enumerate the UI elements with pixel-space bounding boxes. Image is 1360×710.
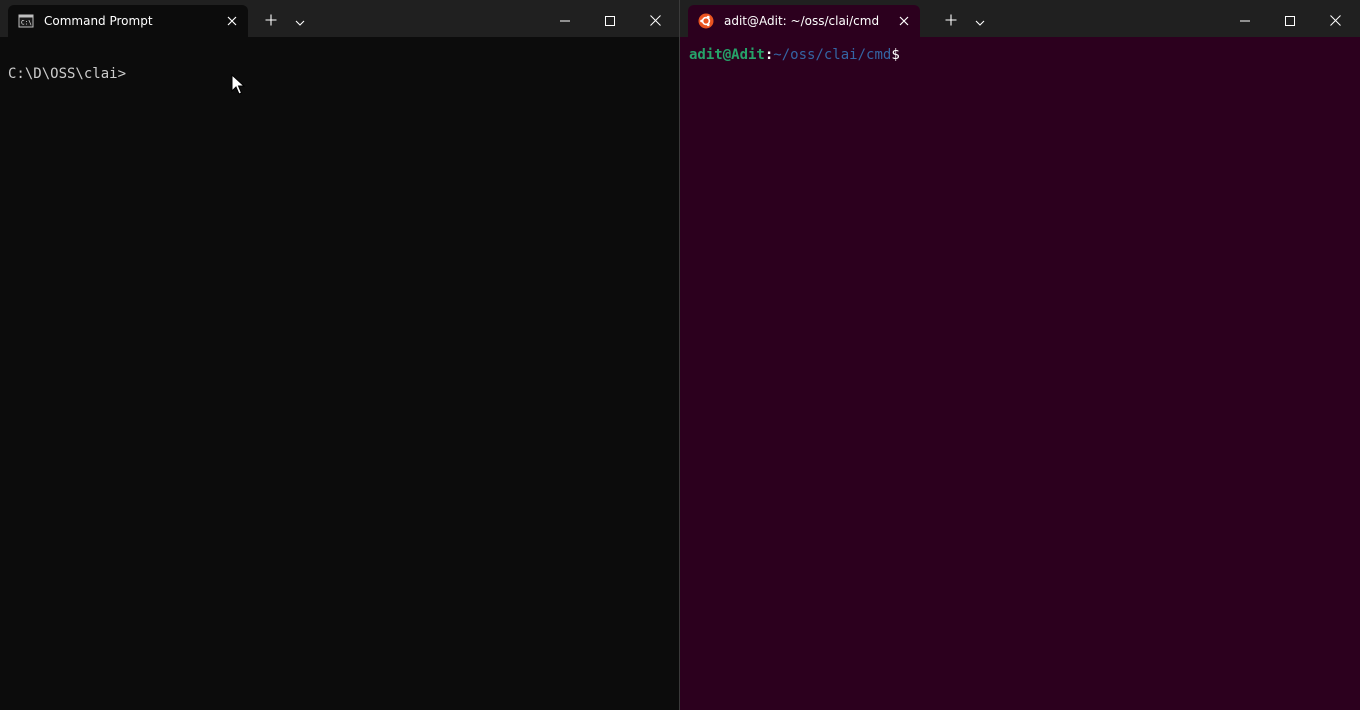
close-icon[interactable] <box>890 7 918 35</box>
prompt-text: C:\D\OSS\clai> <box>8 66 127 82</box>
tab-ubuntu[interactable]: adit@Adit: ~/oss/clai/cmd <box>688 5 920 37</box>
close-icon <box>649 11 661 30</box>
minimize-button[interactable] <box>548 5 582 35</box>
chevron-down-icon <box>975 11 985 30</box>
maximize-button[interactable] <box>593 5 627 35</box>
title-bar[interactable]: adit@Adit: ~/oss/clai/cmd <box>680 0 1360 37</box>
tab-command-prompt[interactable]: C:\ Command Prompt <box>8 5 248 37</box>
desktop: C:\ Command Prompt C:\D\OSS\clai> adit@A… <box>0 0 1360 710</box>
terminal-area[interactable]: adit@Adit:~/oss/clai/cmd$ <box>680 37 1360 710</box>
svg-text:C:\: C:\ <box>21 20 32 27</box>
ubuntu-icon <box>698 13 714 29</box>
mouse-pointer-icon <box>231 73 246 96</box>
prompt-user: adit@Adit <box>689 47 765 63</box>
command-prompt-window: C:\ Command Prompt C:\D\OSS\clai> <box>0 0 680 710</box>
minimize-icon <box>560 11 570 30</box>
tab-title: adit@Adit: ~/oss/clai/cmd <box>724 14 880 28</box>
tab-dropdown-button[interactable] <box>968 5 992 35</box>
close-window-button[interactable] <box>1318 5 1352 35</box>
minimize-icon <box>1240 11 1250 30</box>
title-bar[interactable]: C:\ Command Prompt <box>0 0 679 37</box>
close-window-button[interactable] <box>638 5 672 35</box>
prompt-path: ~/oss/clai/cmd <box>773 47 892 63</box>
new-tab-button[interactable] <box>258 5 284 35</box>
chevron-down-icon <box>295 11 305 30</box>
maximize-icon <box>1285 11 1295 30</box>
close-icon[interactable] <box>218 7 246 35</box>
terminal-area[interactable]: C:\D\OSS\clai> <box>0 37 679 710</box>
maximize-icon <box>605 11 615 30</box>
cmd-icon: C:\ <box>18 13 34 29</box>
close-icon <box>1329 11 1341 30</box>
minimize-button[interactable] <box>1228 5 1262 35</box>
ubuntu-terminal-window: adit@Adit: ~/oss/clai/cmd adit@Adit:~/os… <box>680 0 1360 710</box>
tab-dropdown-button[interactable] <box>288 5 312 35</box>
tab-title: Command Prompt <box>44 14 153 28</box>
prompt-symbol: $ <box>891 47 900 63</box>
maximize-button[interactable] <box>1273 5 1307 35</box>
plus-icon <box>945 11 957 30</box>
plus-icon <box>265 11 277 30</box>
new-tab-button[interactable] <box>938 5 964 35</box>
